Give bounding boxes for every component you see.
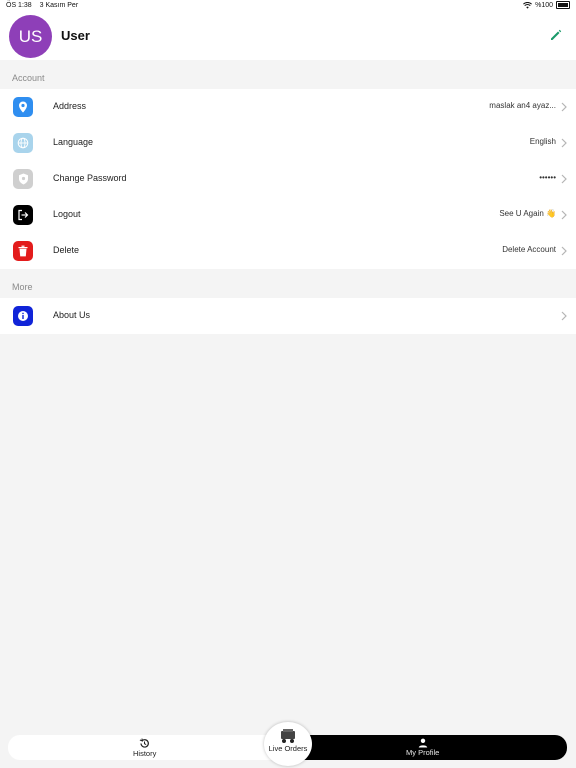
- chevron-right-icon: [561, 210, 567, 220]
- logout-icon: [13, 205, 33, 225]
- section-title-more: More: [12, 282, 33, 292]
- list-item-change-password[interactable]: Change Password ••••••: [0, 161, 576, 197]
- address-value: maslak an4 ayaz...: [489, 101, 556, 110]
- list-item-language[interactable]: Language English: [0, 125, 576, 161]
- change-password-label: Change Password: [53, 173, 127, 183]
- more-list: About Us: [0, 298, 576, 334]
- avatar[interactable]: US: [9, 15, 52, 58]
- status-time: ÖS 1:38: [6, 2, 32, 9]
- chevron-right-icon: [561, 174, 567, 184]
- status-date: 3 Kasım Per: [39, 2, 79, 9]
- cart-icon: [281, 729, 295, 743]
- list-item-about-us[interactable]: About Us: [0, 298, 576, 334]
- chevron-right-icon: [561, 102, 567, 112]
- chevron-right-icon: [561, 246, 567, 256]
- language-value: English: [529, 137, 556, 146]
- trash-icon: [13, 241, 33, 261]
- delete-value: Delete Account: [502, 245, 556, 254]
- list-item-delete[interactable]: Delete Delete Account: [0, 233, 576, 269]
- battery-percent: %100: [535, 1, 553, 9]
- globe-icon: [13, 133, 33, 153]
- live-orders-button[interactable]: Live Orders: [264, 722, 312, 766]
- chevron-right-icon: [561, 311, 567, 321]
- tab-history-label: History: [133, 749, 157, 758]
- battery-icon: [556, 1, 570, 9]
- person-icon: [418, 738, 427, 748]
- location-pin-icon: [13, 97, 33, 117]
- profile-header: US User: [0, 12, 576, 60]
- shield-icon: [13, 169, 33, 189]
- password-masked-value: ••••••: [539, 173, 556, 182]
- user-name: User: [61, 28, 90, 43]
- wifi-icon: [523, 1, 533, 9]
- logout-value: See U Again 👋: [499, 209, 556, 218]
- about-us-label: About Us: [53, 310, 91, 320]
- logout-label: Logout: [53, 209, 81, 219]
- language-label: Language: [53, 137, 94, 147]
- tab-my-profile[interactable]: My Profile: [406, 738, 439, 757]
- list-item-address[interactable]: Address maslak an4 ayaz...: [0, 89, 576, 125]
- tab-history[interactable]: History: [133, 738, 156, 758]
- live-orders-label: Live Orders: [268, 744, 308, 753]
- history-icon: [139, 738, 150, 748]
- edit-pencil-icon[interactable]: [548, 27, 564, 43]
- account-list: Address maslak an4 ayaz... Language Engl…: [0, 89, 576, 269]
- status-bar: ÖS 1:38 3 Kasım Per %100: [0, 0, 576, 12]
- address-label: Address: [53, 101, 87, 111]
- chevron-right-icon: [561, 138, 567, 148]
- section-title-account: Account: [12, 73, 45, 83]
- tab-my-profile-label: My Profile: [406, 748, 440, 757]
- info-icon: [13, 306, 33, 326]
- list-item-logout[interactable]: Logout See U Again 👋: [0, 197, 576, 233]
- delete-label: Delete: [53, 245, 80, 255]
